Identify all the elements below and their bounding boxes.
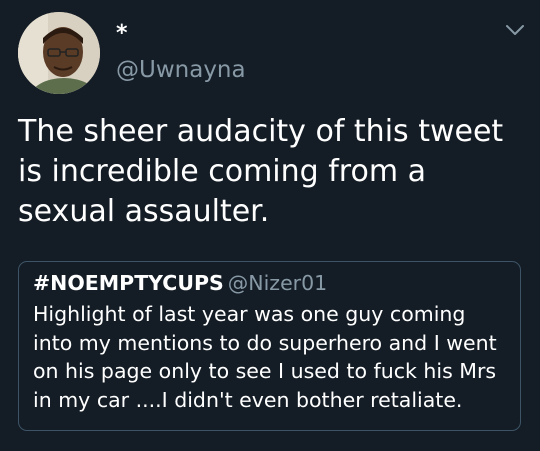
quoted-tweet-header: #NOEMPTYCUPS @Nizer01: [33, 270, 508, 296]
avatar[interactable]: [18, 12, 100, 94]
chevron-down-icon[interactable]: [504, 22, 526, 38]
author-display-name[interactable]: *: [116, 22, 128, 46]
author-handle[interactable]: @Uwnayna: [116, 56, 246, 84]
avatar-photo: [18, 12, 100, 94]
quoted-tweet-author-name: #NOEMPTYCUPS: [33, 271, 224, 295]
tweet-text: The sheer audacity of this tweet is incr…: [18, 114, 504, 229]
quoted-tweet-text: Highlight of last year was one guy comin…: [33, 302, 497, 412]
quoted-tweet-author-handle: @Nizer01: [227, 271, 328, 295]
quoted-tweet-card[interactable]: #NOEMPTYCUPS @Nizer01 Highlight of last y…: [18, 261, 521, 431]
